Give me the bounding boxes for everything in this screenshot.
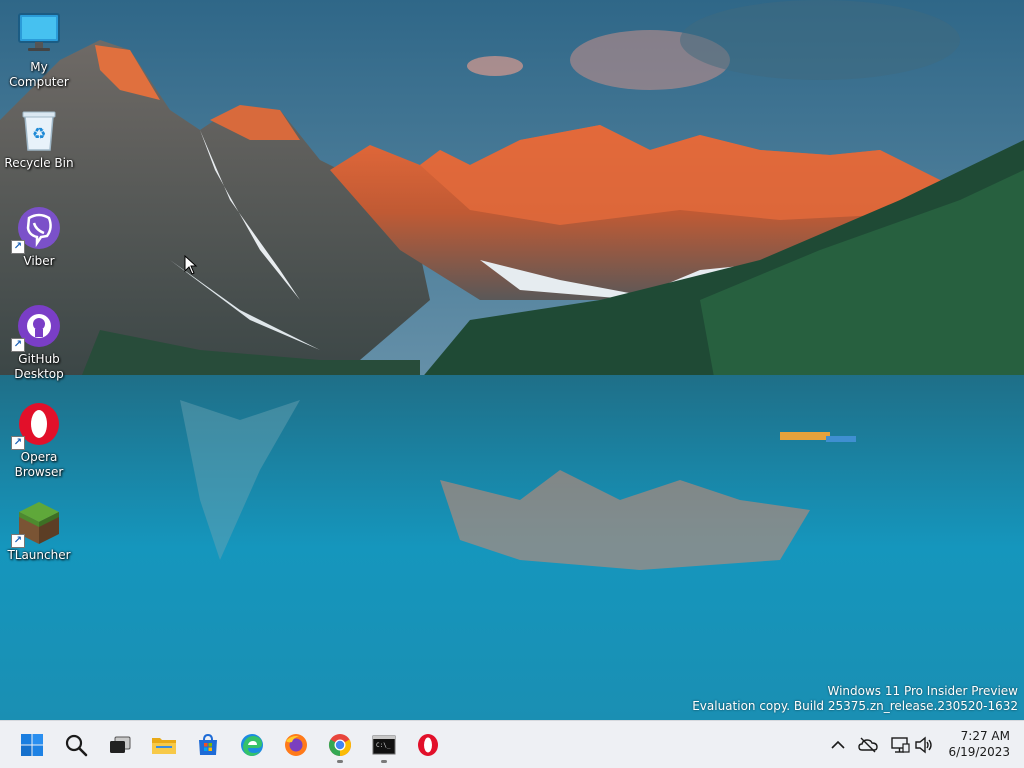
- volume-button[interactable]: [914, 735, 934, 755]
- opera-icon: [418, 734, 438, 756]
- wallpaper-image: [0, 0, 1024, 720]
- desktop-icon-label: Viber: [23, 254, 55, 268]
- terminal-button[interactable]: C:\_: [366, 727, 402, 763]
- opera-icon: ↗: [11, 400, 63, 450]
- clock-time: 7:27 AM: [960, 729, 1010, 743]
- network-button[interactable]: [890, 735, 910, 755]
- chrome-button[interactable]: [322, 727, 358, 763]
- task-view-button[interactable]: [102, 727, 138, 763]
- desktop-icon-label: Opera Browser: [14, 450, 64, 479]
- taskbar: C:\_ 7:27 AM 6/19/2023: [0, 720, 1024, 768]
- file-explorer-button[interactable]: [146, 727, 182, 763]
- task-view-icon: [110, 736, 131, 753]
- shortcut-arrow-icon: ↗: [11, 240, 25, 254]
- firefox-icon: [285, 734, 307, 756]
- windows-evaluation-watermark: Windows 11 Pro Insider Preview Evaluatio…: [692, 684, 1018, 714]
- github-icon: ↗: [11, 302, 63, 352]
- opera-button[interactable]: [410, 727, 446, 763]
- clock-date: 6/19/2023: [948, 745, 1010, 759]
- watermark-build: Evaluation copy. Build 25375.zn_release.…: [692, 699, 1018, 713]
- store-icon: [199, 733, 217, 755]
- desktop-icon-label: My Computer: [9, 60, 69, 89]
- shortcut-arrow-icon: ↗: [11, 534, 25, 548]
- terminal-icon: C:\_: [372, 735, 396, 755]
- edge-button[interactable]: [234, 727, 270, 763]
- running-indicator: [381, 760, 387, 763]
- desktop-icon-label: Recycle Bin: [4, 156, 74, 170]
- clock-button[interactable]: 7:27 AM 6/19/2023: [948, 728, 1010, 760]
- desktop[interactable]: My Computer ♻ Recycle Bin ↗ Viber ↗ GitH…: [0, 0, 1024, 720]
- chrome-icon: [329, 734, 351, 756]
- shortcut-arrow-icon: ↗: [11, 436, 25, 450]
- show-hidden-icons-button[interactable]: [828, 735, 848, 755]
- chevron-up-icon: [831, 740, 845, 749]
- svg-text:C:\_: C:\_: [376, 742, 391, 749]
- folder-icon: [152, 738, 176, 754]
- running-indicator: [337, 760, 343, 763]
- search-button[interactable]: [58, 727, 94, 763]
- search-icon: [65, 734, 88, 757]
- watermark-edition: Windows 11 Pro Insider Preview: [827, 684, 1018, 698]
- start-button[interactable]: [14, 727, 50, 763]
- desktop-icon-viber[interactable]: ↗ Viber: [0, 204, 78, 269]
- volume-icon: [915, 736, 932, 754]
- onedrive-offline-icon: [858, 737, 878, 753]
- firefox-button[interactable]: [278, 727, 314, 763]
- viber-icon: ↗: [11, 204, 63, 254]
- onedrive-button[interactable]: [858, 735, 878, 755]
- desktop-icon-my-computer[interactable]: My Computer: [0, 10, 78, 90]
- network-icon: [891, 737, 910, 753]
- windows-start-icon: [21, 734, 43, 756]
- monitor-icon: [15, 10, 63, 58]
- desktop-icon-label: GitHub Desktop: [14, 352, 64, 381]
- desktop-icon-github-desktop[interactable]: ↗ GitHub Desktop: [0, 302, 78, 382]
- edge-icon: [241, 734, 263, 756]
- minecraft-block-icon: ↗: [11, 498, 63, 548]
- recycle-bin-icon: ♻: [15, 106, 63, 154]
- desktop-icon-opera-browser[interactable]: ↗ Opera Browser: [0, 400, 78, 480]
- desktop-icon-label: TLauncher: [7, 548, 71, 562]
- shortcut-arrow-icon: ↗: [11, 338, 25, 352]
- desktop-icon-tlauncher[interactable]: ↗ TLauncher: [0, 498, 78, 563]
- microsoft-store-button[interactable]: [190, 727, 226, 763]
- mouse-pointer-icon: [184, 254, 198, 279]
- desktop-icon-recycle-bin[interactable]: ♻ Recycle Bin: [0, 106, 78, 171]
- svg-text:♻: ♻: [32, 124, 46, 143]
